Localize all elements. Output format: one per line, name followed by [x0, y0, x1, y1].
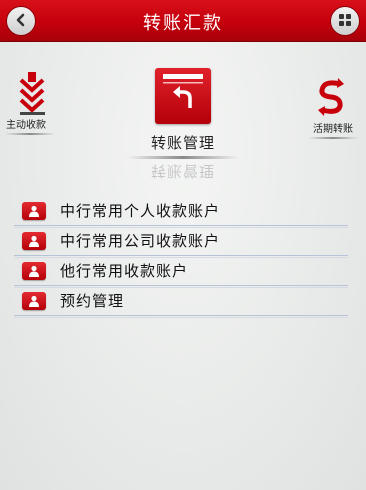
person-icon — [22, 291, 46, 310]
transfer-folder-icon — [155, 68, 211, 124]
carousel-label-transfer-manage: 转账管理 — [150, 134, 215, 152]
function-carousel: 主动收款 转账管理 转账管理 活期转账 — [0, 42, 366, 192]
person-icon — [22, 201, 46, 220]
divider — [5, 133, 55, 135]
currency-cycle-icon — [314, 76, 348, 116]
header-bar: 转账汇款 — [0, 0, 366, 42]
carousel-item-current-transfer[interactable]: 活期转账 — [300, 76, 366, 139]
divider — [308, 137, 358, 139]
page-title: 转账汇款 — [143, 13, 223, 34]
list-item[interactable]: 预约管理 — [14, 286, 348, 318]
menu-button[interactable] — [330, 6, 360, 36]
list-item[interactable]: 中行常用个人收款账户 — [14, 196, 348, 228]
carousel-label-current-transfer: 活期转账 — [313, 124, 353, 135]
carousel-item-transfer-manage[interactable]: 转账管理 转账管理 — [124, 68, 242, 182]
list-item-label: 中行常用公司收款账户 — [60, 232, 221, 250]
person-icon — [22, 261, 46, 280]
list-item-label: 预约管理 — [60, 292, 125, 310]
download-arrows-icon — [18, 72, 48, 116]
grid-menu-icon — [338, 12, 352, 31]
list-item-label: 他行常用收款账户 — [60, 262, 189, 280]
person-icon — [22, 231, 46, 250]
carousel-label-reflection: 转账管理 — [150, 162, 215, 180]
selected-underline — [127, 156, 239, 159]
list-item[interactable]: 中行常用公司收款账户 — [14, 226, 348, 258]
carousel-label-receive: 主动收款 — [6, 120, 46, 131]
list-item[interactable]: 他行常用收款账户 — [14, 256, 348, 288]
list-item-label: 中行常用个人收款账户 — [60, 202, 221, 220]
transfer-menu-list: 中行常用个人收款账户 中行常用公司收款账户 他行常用收款账户 预约管理 — [14, 196, 348, 318]
carousel-item-receive[interactable]: 主动收款 — [0, 72, 60, 135]
